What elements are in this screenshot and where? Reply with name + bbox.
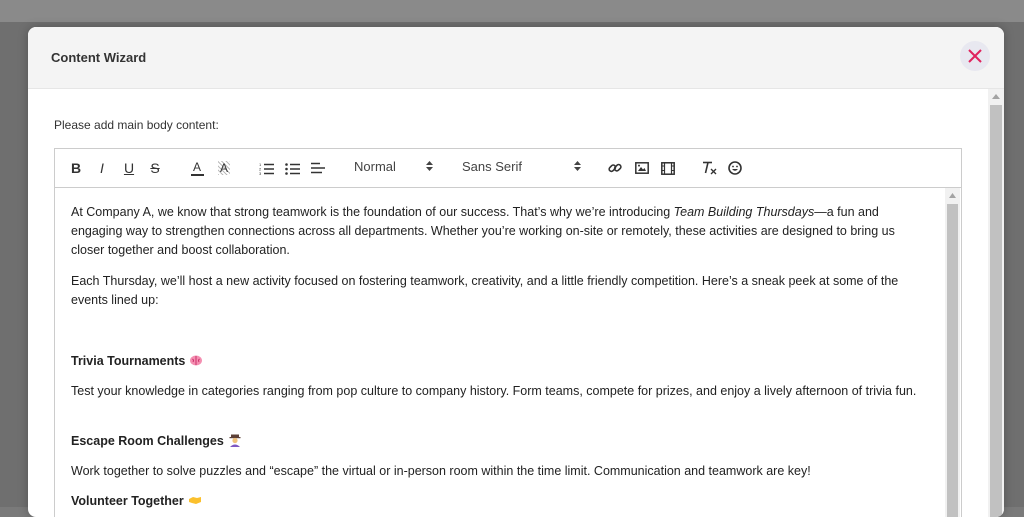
svg-text:3: 3	[259, 171, 262, 175]
section-heading: Volunteer Together	[71, 492, 931, 511]
font-select[interactable]: Sans Serif	[462, 159, 584, 177]
scroll-up-icon	[992, 94, 1000, 99]
rich-text-editor: B I U S A A 1 2 3 Normal Sans Serif At C…	[54, 148, 962, 517]
header-select[interactable]: Normal	[354, 159, 436, 177]
modal-scrollbar-thumb[interactable]	[990, 105, 1002, 517]
handshake-icon	[188, 497, 201, 504]
font-color-button[interactable]: A	[189, 160, 205, 176]
editor-content[interactable]: At Company A, we know that strong teamwo…	[55, 188, 945, 517]
modal-title: Content Wizard	[51, 50, 147, 65]
font-color-bar	[190, 173, 204, 176]
heading-text: Trivia Tournaments	[71, 354, 186, 368]
emoji-button[interactable]	[727, 160, 743, 176]
font-select-value: Sans Serif	[462, 159, 522, 174]
modal-header: Content Wizard	[28, 27, 1004, 89]
header-select-value: Normal	[354, 159, 396, 174]
align-button[interactable]	[310, 160, 326, 176]
link-icon	[608, 163, 622, 173]
close-button[interactable]	[960, 41, 990, 71]
emoji-icon	[728, 161, 742, 175]
modal-body: Please add main body content: B I U S A …	[28, 89, 986, 517]
close-icon	[968, 49, 982, 63]
schedule-paragraph: Each Thursday, we’ll host a new activity…	[71, 274, 899, 307]
image-icon	[635, 162, 649, 174]
intro-paragraph: At Company A, we know that strong teamwo…	[71, 203, 931, 260]
clear-format-button[interactable]	[701, 160, 717, 176]
underline-button[interactable]: U	[122, 160, 136, 176]
bold-button[interactable]: B	[69, 160, 83, 176]
strike-button[interactable]: S	[148, 160, 162, 176]
scroll-up-icon	[949, 193, 956, 198]
select-arrows-icon	[574, 161, 581, 171]
section-heading: Escape Room Challenges	[71, 432, 931, 451]
image-button[interactable]	[634, 160, 650, 176]
intro-text: At Company A, we know that strong teamwo…	[71, 205, 674, 219]
video-button[interactable]	[660, 160, 676, 176]
modal-scrollbar[interactable]	[988, 89, 1004, 517]
intro-emphasis: Team Building Thursdays	[673, 205, 815, 219]
font-color-icon: A	[192, 159, 201, 174]
heading-text: Volunteer Together	[71, 494, 184, 508]
bullet-list-icon	[284, 162, 300, 175]
link-button[interactable]	[607, 160, 623, 176]
detective-icon	[229, 434, 241, 447]
section-paragraph: Test your knowledge in categories rangin…	[71, 384, 917, 398]
background-color-button[interactable]: A	[216, 160, 232, 176]
background-color-icon: A	[217, 161, 230, 175]
select-arrows-icon	[426, 161, 433, 171]
content-wizard-modal: Content Wizard Please add main body cont…	[28, 27, 1004, 517]
section-heading: Trivia Tournaments	[71, 352, 931, 371]
ordered-list-icon: 1 2 3	[259, 162, 274, 175]
section-paragraph: Work together to solve puzzles and “esca…	[71, 464, 811, 478]
ordered-list-button[interactable]: 1 2 3	[258, 160, 274, 176]
align-left-icon	[311, 162, 325, 174]
clear-format-icon	[702, 161, 716, 175]
heading-text: Escape Room Challenges	[71, 434, 224, 448]
body-content-label: Please add main body content:	[54, 118, 219, 132]
italic-button[interactable]: I	[95, 160, 109, 176]
video-icon	[661, 161, 675, 175]
brain-icon	[190, 355, 203, 366]
editor-scrollbar[interactable]	[945, 188, 960, 517]
editor-scrollbar-thumb[interactable]	[947, 204, 958, 517]
bullet-list-button[interactable]	[284, 160, 300, 176]
editor-toolbar: B I U S A A 1 2 3 Normal Sans Serif	[55, 149, 961, 188]
